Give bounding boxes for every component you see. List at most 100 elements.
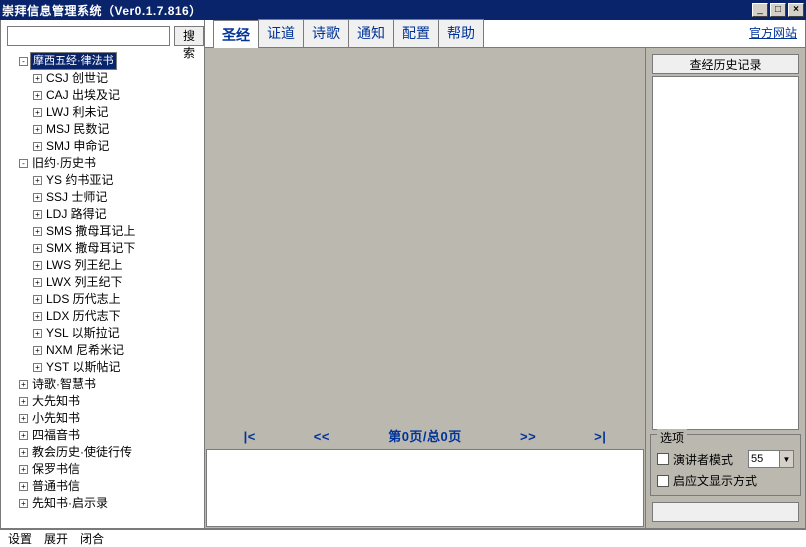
collapse-icon[interactable]: - bbox=[19, 57, 28, 66]
tree-node[interactable]: +CAJ 出埃及记 bbox=[5, 87, 200, 104]
expand-icon[interactable]: + bbox=[33, 261, 42, 270]
expand-icon[interactable]: + bbox=[19, 499, 28, 508]
tree-node[interactable]: +SSJ 士师记 bbox=[5, 189, 200, 206]
expand-icon[interactable]: + bbox=[19, 431, 28, 440]
tree-node-label[interactable]: LDS 历代志上 bbox=[44, 291, 123, 308]
expand-icon[interactable]: + bbox=[19, 397, 28, 406]
presenter-mode-checkbox[interactable] bbox=[657, 453, 669, 465]
collapse-icon[interactable]: - bbox=[19, 159, 28, 168]
expand-icon[interactable]: + bbox=[33, 346, 42, 355]
tree-node-label[interactable]: 诗歌·智慧书 bbox=[30, 376, 98, 393]
prev-page-button[interactable]: << bbox=[288, 429, 356, 444]
tree-node-label[interactable]: NXM 尼希米记 bbox=[44, 342, 126, 359]
tree-node-label[interactable]: LWS 列王纪上 bbox=[44, 257, 124, 274]
responsive-display-checkbox[interactable] bbox=[657, 475, 669, 487]
tree-node[interactable]: +LWS 列王纪上 bbox=[5, 257, 200, 274]
tree-node[interactable]: +LDJ 路得记 bbox=[5, 206, 200, 223]
expand-icon[interactable]: + bbox=[33, 74, 42, 83]
font-size-select[interactable]: 55 ▼ bbox=[748, 450, 794, 468]
close-button[interactable]: × bbox=[788, 3, 804, 17]
tree-node-label[interactable]: YST 以斯帖记 bbox=[44, 359, 122, 376]
tree-node[interactable]: +普通书信 bbox=[5, 478, 200, 495]
tree-node[interactable]: +SMX 撒母耳记下 bbox=[5, 240, 200, 257]
status-collapse[interactable]: 闭合 bbox=[80, 530, 104, 547]
tree-node[interactable]: +SMJ 申命记 bbox=[5, 138, 200, 155]
expand-icon[interactable]: + bbox=[33, 108, 42, 117]
tree-node-label[interactable]: 摩西五经·律法书 bbox=[30, 52, 117, 70]
tree-node[interactable]: +NXM 尼希米记 bbox=[5, 342, 200, 359]
tab-5[interactable]: 帮助 bbox=[438, 19, 484, 47]
expand-icon[interactable]: + bbox=[19, 448, 28, 457]
tree-node[interactable]: +先知书·启示录 bbox=[5, 495, 200, 512]
tree-node[interactable]: +四福音书 bbox=[5, 427, 200, 444]
tab-2[interactable]: 诗歌 bbox=[303, 19, 349, 47]
tree-node-label[interactable]: CSJ 创世记 bbox=[44, 70, 110, 87]
status-expand[interactable]: 展开 bbox=[44, 530, 68, 547]
search-input[interactable] bbox=[7, 26, 170, 46]
status-settings[interactable]: 设置 bbox=[8, 530, 32, 547]
tab-3[interactable]: 通知 bbox=[348, 19, 394, 47]
expand-icon[interactable]: + bbox=[19, 482, 28, 491]
tree-node-label[interactable]: SSJ 士师记 bbox=[44, 189, 109, 206]
tree-node-label[interactable]: LDJ 路得记 bbox=[44, 206, 109, 223]
tree-node[interactable]: +MSJ 民数记 bbox=[5, 121, 200, 138]
tree-node-label[interactable]: 旧约·历史书 bbox=[30, 155, 98, 172]
tab-1[interactable]: 证道 bbox=[258, 19, 304, 47]
tree-node-label[interactable]: LWX 列王纪下 bbox=[44, 274, 124, 291]
tree-node-label[interactable]: MSJ 民数记 bbox=[44, 121, 111, 138]
expand-icon[interactable]: + bbox=[33, 210, 42, 219]
tree-node-label[interactable]: LWJ 利未记 bbox=[44, 104, 110, 121]
tree-node-label[interactable]: SMJ 申命记 bbox=[44, 138, 111, 155]
tree-node-label[interactable]: 大先知书 bbox=[30, 393, 82, 410]
maximize-button[interactable]: □ bbox=[770, 3, 786, 17]
tree-node[interactable]: +小先知书 bbox=[5, 410, 200, 427]
expand-icon[interactable]: + bbox=[33, 227, 42, 236]
tree-node-label[interactable]: 先知书·启示录 bbox=[30, 495, 110, 512]
tree-node-label[interactable]: 普通书信 bbox=[30, 478, 82, 495]
tree-node[interactable]: +大先知书 bbox=[5, 393, 200, 410]
expand-icon[interactable]: + bbox=[33, 244, 42, 253]
tab-4[interactable]: 配置 bbox=[393, 19, 439, 47]
tree-node-label[interactable]: 小先知书 bbox=[30, 410, 82, 427]
tree-node[interactable]: +LDS 历代志上 bbox=[5, 291, 200, 308]
tree-node-label[interactable]: LDX 历代志下 bbox=[44, 308, 123, 325]
tree-node[interactable]: +SMS 撒母耳记上 bbox=[5, 223, 200, 240]
expand-icon[interactable]: + bbox=[33, 295, 42, 304]
tree-node[interactable]: +YST 以斯帖记 bbox=[5, 359, 200, 376]
expand-icon[interactable]: + bbox=[19, 414, 28, 423]
expand-icon[interactable]: + bbox=[33, 312, 42, 321]
ok-button[interactable] bbox=[652, 502, 799, 522]
last-page-button[interactable]: >| bbox=[566, 429, 634, 444]
expand-icon[interactable]: + bbox=[19, 465, 28, 474]
tree-node[interactable]: +CSJ 创世记 bbox=[5, 70, 200, 87]
expand-icon[interactable]: + bbox=[19, 380, 28, 389]
first-page-button[interactable]: |< bbox=[216, 429, 284, 444]
tree-node-label[interactable]: 教会历史·使徒行传 bbox=[30, 444, 134, 461]
expand-icon[interactable]: + bbox=[33, 125, 42, 134]
tree-node[interactable]: +LDX 历代志下 bbox=[5, 308, 200, 325]
tree-node[interactable]: +LWX 列王纪下 bbox=[5, 274, 200, 291]
bottom-text-area[interactable] bbox=[206, 449, 644, 527]
expand-icon[interactable]: + bbox=[33, 193, 42, 202]
tree-node[interactable]: +诗歌·智慧书 bbox=[5, 376, 200, 393]
expand-icon[interactable]: + bbox=[33, 176, 42, 185]
tree-node-label[interactable]: SMX 撒母耳记下 bbox=[44, 240, 137, 257]
tree-node[interactable]: +LWJ 利未记 bbox=[5, 104, 200, 121]
tree-node[interactable]: -旧约·历史书 bbox=[5, 155, 200, 172]
tree-node[interactable]: +YSL 以斯拉记 bbox=[5, 325, 200, 342]
tree-node[interactable]: -摩西五经·律法书 bbox=[5, 52, 200, 70]
tree-node-label[interactable]: SMS 撒母耳记上 bbox=[44, 223, 137, 240]
expand-icon[interactable]: + bbox=[33, 278, 42, 287]
tab-0[interactable]: 圣经 bbox=[213, 20, 259, 48]
history-button[interactable]: 查经历史记录 bbox=[652, 54, 799, 74]
tree-node[interactable]: +教会历史·使徒行传 bbox=[5, 444, 200, 461]
tree-node-label[interactable]: 保罗书信 bbox=[30, 461, 82, 478]
expand-icon[interactable]: + bbox=[33, 142, 42, 151]
tree-node-label[interactable]: YSL 以斯拉记 bbox=[44, 325, 122, 342]
official-site-link[interactable]: 官方网站 bbox=[749, 24, 797, 46]
tree-node[interactable]: +YS 约书亚记 bbox=[5, 172, 200, 189]
next-page-button[interactable]: >> bbox=[494, 429, 562, 444]
tree-node-label[interactable]: YS 约书亚记 bbox=[44, 172, 115, 189]
search-button[interactable]: 搜索 bbox=[174, 26, 204, 46]
tree-node[interactable]: +保罗书信 bbox=[5, 461, 200, 478]
